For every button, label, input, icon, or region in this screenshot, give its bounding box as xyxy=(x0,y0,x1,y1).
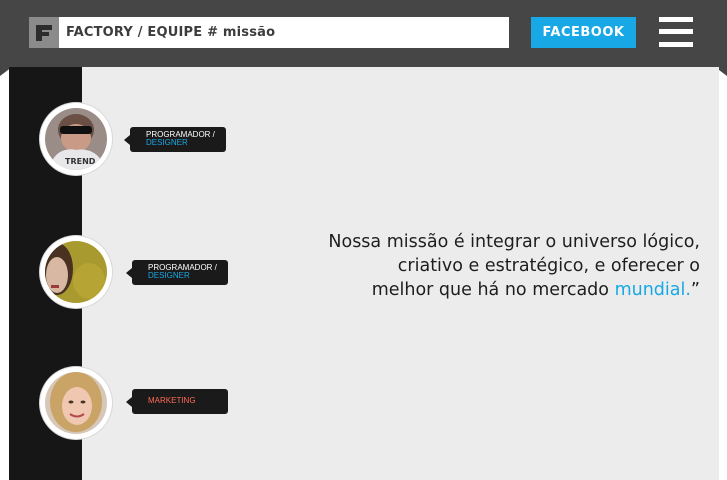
role-label-highlight: DESIGNER xyxy=(146,138,188,147)
mission-statement: Nossa missão é integrar o universo lógic… xyxy=(280,230,700,302)
facebook-button[interactable]: FACEBOOK xyxy=(531,17,636,48)
svg-text:TREND: TREND xyxy=(65,157,96,166)
avatar-photo xyxy=(45,372,107,434)
mission-line-3-text: melhor que há no mercado xyxy=(371,280,615,300)
menu-bar xyxy=(659,29,693,34)
role-label-highlight: DESIGNER xyxy=(148,271,190,280)
closing-quote-mark: ” xyxy=(690,280,700,300)
avatar-photo xyxy=(45,241,107,303)
mission-line-3: melhor que há no mercado mundial.” xyxy=(280,278,700,302)
mission-line-1: Nossa missão é integrar o universo lógic… xyxy=(328,232,700,252)
breadcrumb: FACTORY / EQUIPE # missão xyxy=(59,17,509,48)
avatar[interactable]: TREND xyxy=(40,103,112,175)
avatar-photo: TREND xyxy=(45,108,107,170)
role-badge: PROGRAMADOR / DESIGNER xyxy=(124,127,226,152)
role-label: MARKETING xyxy=(148,396,196,405)
avatar[interactable] xyxy=(40,367,112,439)
mission-line-2: criativo e estratégico, e oferecer o xyxy=(397,256,700,276)
role-badge: MARKETING xyxy=(126,389,228,414)
factory-logo[interactable] xyxy=(29,17,59,48)
top-bar: FACTORY / EQUIPE # missão FACEBOOK xyxy=(0,0,727,67)
role-badge: PROGRAMADOR / DESIGNER xyxy=(126,260,228,285)
menu-bar xyxy=(659,42,693,47)
avatar[interactable] xyxy=(40,236,112,308)
menu-bar xyxy=(659,17,693,22)
factory-logo-icon xyxy=(36,24,52,41)
mission-highlight: mundial. xyxy=(614,280,691,300)
hamburger-menu-icon[interactable] xyxy=(659,16,693,48)
